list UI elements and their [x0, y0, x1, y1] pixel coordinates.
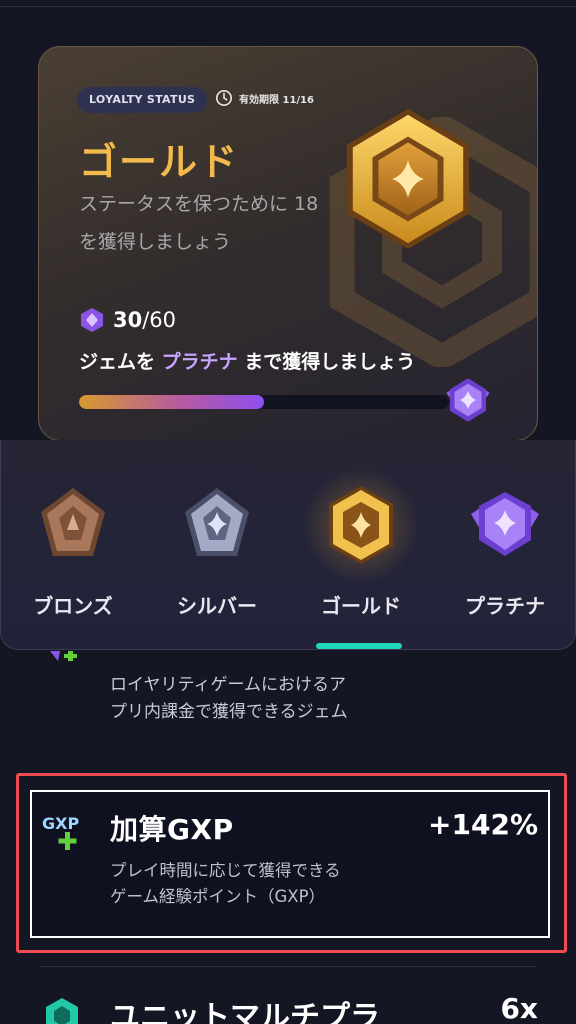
- tier-progress-fill: [79, 395, 264, 409]
- tier-selector: ブロンズ シルバー ゴールド プラチナ: [0, 440, 576, 650]
- unit-benefit-value: 6x: [500, 992, 538, 1024]
- gxp-benefit-description: プレイ時間に応じて獲得できるゲーム経験ポイント（GXP）: [110, 861, 341, 906]
- tab-gold[interactable]: ゴールド: [289, 440, 433, 650]
- gxp-benefit-value: +142%: [428, 808, 538, 841]
- next-tier-text: ジェムを プラチナ まで獲得しましょう: [79, 347, 415, 374]
- platinum-medal-icon: [446, 378, 490, 422]
- bronze-medal-icon: [41, 488, 105, 556]
- unit-benefit-title: ユニットマルチプラ: [110, 1000, 380, 1024]
- gxp-benefit-title: 加算GXP: [110, 813, 234, 846]
- list-divider: [40, 966, 536, 967]
- tier-requirement-text: ステータスを保つために 18 を獲得しましょう: [79, 193, 319, 253]
- tab-label: プラチナ: [465, 594, 545, 618]
- gem-icon: [81, 308, 103, 332]
- platinum-medal-icon: [471, 492, 539, 556]
- next-tier-name: プラチナ: [161, 351, 238, 373]
- tab-label: ゴールド: [321, 594, 401, 618]
- expiry-text: 有効期限 11/16: [239, 94, 314, 106]
- selected-tab-indicator: [316, 643, 402, 649]
- tab-label: シルバー: [177, 594, 257, 618]
- silver-medal-icon: [185, 488, 249, 556]
- tab-label: ブロンズ: [33, 594, 113, 618]
- gxp-icon-text: GXP: [42, 814, 79, 833]
- tab-bronze[interactable]: ブロンズ: [1, 440, 145, 650]
- gem-progress-count: 30/60: [79, 307, 176, 333]
- gold-medal-icon: [346, 109, 470, 249]
- loyalty-status-card: LOYALTY STATUS 有効期限 11/16 ゴールド ステータスを保つた…: [38, 46, 538, 441]
- earn-prefix: ジェムを: [79, 351, 162, 373]
- tab-platinum[interactable]: プラチナ: [433, 440, 576, 650]
- current-tier-title: ゴールド: [79, 140, 240, 184]
- gem-total: /60: [142, 308, 177, 332]
- gem-benefit-description: ロイヤリティゲームにおけるアプリ内課金で獲得できるジェム: [110, 675, 348, 722]
- gem-current: 30: [113, 308, 143, 332]
- loyalty-status-badge: LOYALTY STATUS: [77, 87, 208, 113]
- loyalty-screen: LOYALTY STATUS 有効期限 11/16 ゴールド ステータスを保つた…: [0, 0, 576, 1024]
- clock-icon: [215, 89, 233, 107]
- expiry-info: 有効期限 11/16: [215, 89, 314, 107]
- tier-progress-bar: [79, 395, 449, 409]
- gold-medal-icon: [329, 486, 393, 564]
- gxp-plus-icon: GXP: [42, 814, 79, 850]
- top-divider: [0, 6, 576, 7]
- earn-suffix: まで獲得しましょう: [237, 351, 416, 373]
- unit-multiplier-icon: [46, 998, 78, 1024]
- tab-silver[interactable]: シルバー: [145, 440, 289, 650]
- gem-plus-icon: [46, 650, 86, 664]
